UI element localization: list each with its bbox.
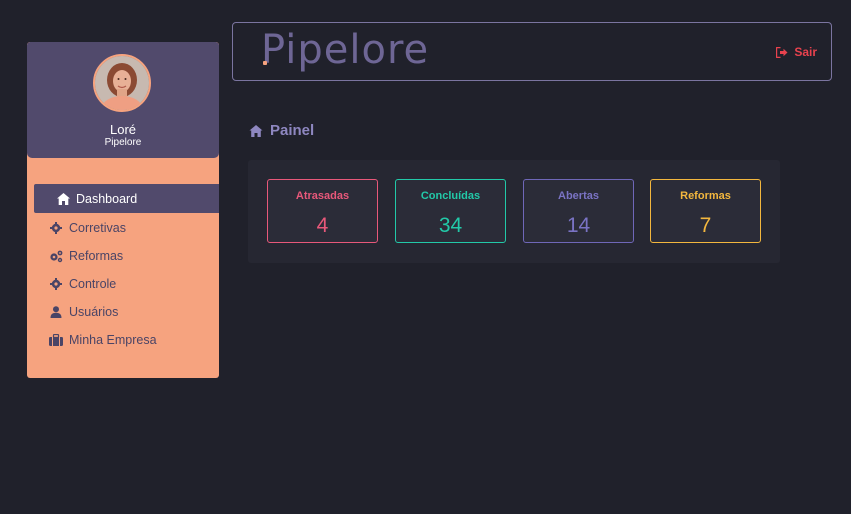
briefcase-icon bbox=[49, 333, 63, 347]
sidebar-item-label: Reformas bbox=[69, 249, 124, 263]
page-title-text: Painel bbox=[270, 122, 315, 139]
gears-icon bbox=[49, 249, 63, 263]
user-icon bbox=[49, 305, 63, 319]
sidebar-item-label: Minha Empresa bbox=[69, 333, 157, 347]
stat-label: Concluídas bbox=[420, 190, 481, 202]
stat-value: 7 bbox=[699, 214, 712, 237]
profile-card: Loré Pipelore bbox=[27, 42, 219, 158]
profile-organization: Pipelore bbox=[104, 137, 142, 148]
sidebar-item-label: Corretivas bbox=[69, 221, 126, 235]
sidebar-item-label: Dashboard bbox=[76, 191, 138, 206]
home-icon bbox=[249, 124, 263, 137]
gear-icon bbox=[49, 221, 63, 235]
sidebar-item-dashboard[interactable]: Dashboard bbox=[34, 184, 219, 213]
stat-label: Abertas bbox=[558, 190, 599, 202]
stat-label: Atrasadas bbox=[295, 190, 350, 202]
home-icon bbox=[56, 192, 70, 206]
top-header: Pipelore Sair bbox=[232, 22, 832, 81]
stat-value: 14 bbox=[566, 214, 591, 237]
sidebar-item-controle[interactable]: Controle bbox=[49, 270, 116, 298]
sidebar-item-reformas[interactable]: Reformas bbox=[49, 242, 123, 270]
logo[interactable]: Pipelore bbox=[261, 27, 429, 73]
stat-value: 34 bbox=[438, 214, 463, 237]
stat-card-reformas[interactable]: Reformas 7 bbox=[650, 179, 761, 243]
stat-card-abertas[interactable]: Abertas 14 bbox=[523, 179, 634, 243]
logo-accent bbox=[263, 61, 267, 65]
logout-label: Sair bbox=[794, 45, 817, 59]
profile-name: Loré bbox=[109, 122, 137, 137]
sign-out-icon bbox=[776, 46, 788, 58]
avatar-image bbox=[95, 56, 149, 110]
avatar bbox=[93, 54, 151, 112]
stat-card-concluidas[interactable]: Concluídas 34 bbox=[395, 179, 506, 243]
page-title: Painel bbox=[249, 122, 314, 139]
sidebar-item-minha-empresa[interactable]: Minha Empresa bbox=[49, 326, 157, 354]
sidebar-item-corretivas[interactable]: Corretivas bbox=[49, 214, 126, 242]
gear-icon bbox=[49, 277, 63, 291]
stat-card-atrasadas[interactable]: Atrasadas 4 bbox=[267, 179, 378, 243]
logout-button[interactable]: Sair bbox=[776, 45, 817, 59]
sidebar-item-usuarios[interactable]: Usuários bbox=[49, 298, 118, 326]
sidebar-item-label: Controle bbox=[69, 277, 117, 291]
stat-label: Reformas bbox=[680, 190, 731, 202]
sidebar-item-label: Usuários bbox=[69, 305, 119, 319]
stat-value: 4 bbox=[316, 214, 329, 237]
stats-panel: Atrasadas 4 Concluídas 34 Abertas 14 Ref… bbox=[248, 160, 780, 263]
sidebar: Loré Pipelore Dashboard Corretivas Refor… bbox=[27, 42, 219, 378]
